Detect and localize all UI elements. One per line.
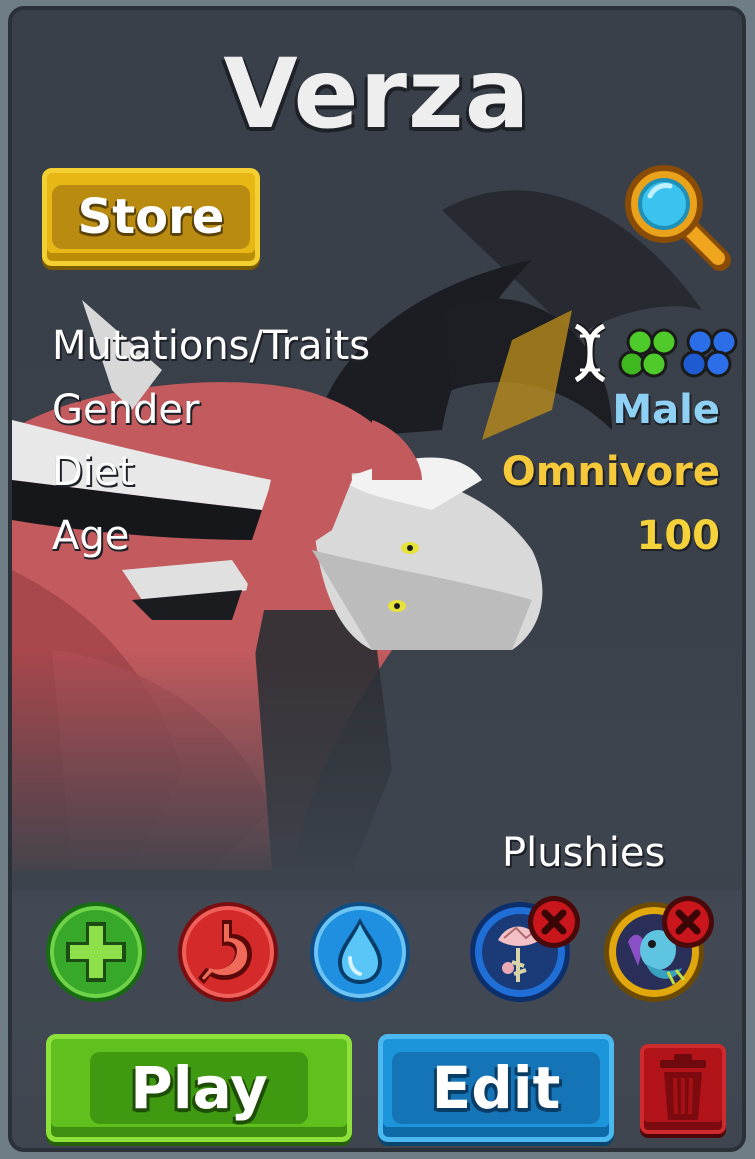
plushies-label: Plushies xyxy=(502,830,666,876)
drink-button[interactable] xyxy=(306,898,414,1006)
remove-plushie-icon[interactable] xyxy=(528,896,580,948)
traits-icons[interactable] xyxy=(568,320,742,386)
plushie-slot-2[interactable] xyxy=(602,892,718,1008)
stat-value-age: 100 xyxy=(636,513,721,559)
edit-button-label: Edit xyxy=(391,1052,601,1124)
stat-value-gender: Male xyxy=(612,387,720,433)
feed-button[interactable] xyxy=(174,898,282,1006)
stat-label-diet: Diet xyxy=(52,449,135,495)
plushie-slot-1[interactable] xyxy=(468,892,584,1008)
edit-button[interactable]: Edit xyxy=(378,1034,614,1142)
blue-cells-icon xyxy=(680,328,738,378)
heal-button[interactable] xyxy=(42,898,150,1006)
delete-button[interactable] xyxy=(640,1044,726,1134)
creature-card: Verza Store Mutations/Traits Gender Male… xyxy=(8,6,746,1152)
creature-name: Verza xyxy=(223,38,531,150)
stat-label-mutations: Mutations/Traits xyxy=(52,323,371,369)
store-button[interactable]: Store xyxy=(42,168,260,266)
stat-value-diet: Omnivore xyxy=(501,449,720,495)
remove-plushie-icon[interactable] xyxy=(662,896,714,948)
green-cells-icon xyxy=(618,328,678,378)
play-button[interactable]: Play xyxy=(46,1034,352,1142)
magnifier-icon[interactable] xyxy=(620,160,732,272)
trash-icon xyxy=(660,1054,706,1120)
dna-icon xyxy=(573,321,607,384)
stat-label-age: Age xyxy=(52,513,130,559)
play-button-label: Play xyxy=(90,1052,308,1124)
store-button-label: Store xyxy=(51,185,251,249)
stat-label-gender: Gender xyxy=(52,387,200,433)
